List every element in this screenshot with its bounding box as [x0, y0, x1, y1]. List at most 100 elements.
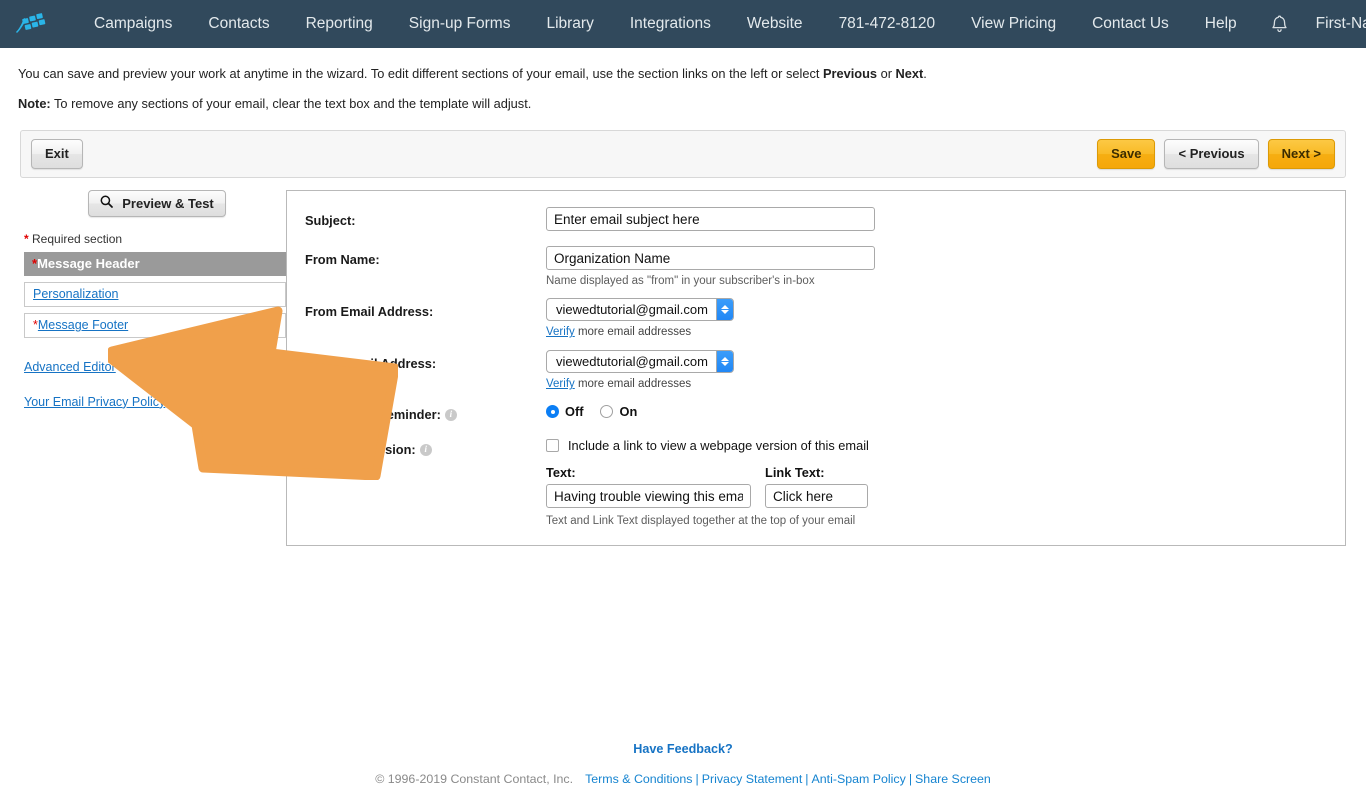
webpage-version-hint: Text and Link Text displayed together at… [546, 515, 856, 528]
advanced-editor-link[interactable]: Advanced Editor [24, 360, 286, 374]
primary-nav-items: Campaigns Contacts Reporting Sign-up For… [76, 0, 1255, 48]
personalization-link[interactable]: Personalization [33, 287, 118, 301]
instructions-line1-part3: . [923, 66, 927, 81]
footer-separator: | [805, 772, 809, 786]
permission-reminder-label: Permission Reminder: i [305, 401, 546, 422]
field-row-from-name: From Name: Name displayed as "from" in y… [287, 246, 1345, 287]
next-button[interactable]: Next > [1267, 139, 1335, 169]
exit-button[interactable]: Exit [31, 139, 83, 169]
instructions-line1-part1: You can save and preview your work at an… [18, 66, 823, 81]
reply-email-label: Reply Email Address: [305, 356, 437, 372]
permission-reminder-radio-off[interactable]: Off [546, 404, 583, 419]
constant-contact-logo-icon[interactable] [14, 10, 50, 38]
instructions-next-emphasis: Next [895, 66, 924, 81]
webpage-version-label-text: Webpage Version: [305, 442, 416, 458]
field-row-from-email: From Email Address: viewedtutorial@gmail… [287, 298, 1345, 338]
from-name-input[interactable] [546, 246, 875, 271]
from-email-selected-value: viewedtutorial@gmail.com [556, 302, 708, 318]
instructions-line-1: You can save and preview your work at an… [18, 65, 1366, 84]
info-icon[interactable]: i [419, 443, 432, 456]
permission-reminder-radio-on[interactable]: On [600, 404, 637, 419]
sidebar-section-personalization[interactable]: Personalization [24, 281, 286, 307]
page-content: Preview & Test * Required section * Messa… [20, 190, 1346, 547]
webpage-version-checkbox-label: Include a link to view a webpage version… [568, 438, 869, 454]
subject-input[interactable] [546, 207, 875, 232]
from-name-hint: Name displayed as "from" in your subscri… [546, 275, 815, 288]
share-screen-link[interactable]: Share Screen [915, 772, 991, 786]
instructions-note-label: Note: [18, 95, 51, 111]
permission-reminder-radio-group: Off On [546, 401, 1345, 419]
from-email-verify-link[interactable]: Verify [546, 326, 575, 338]
previous-button[interactable]: < Previous [1164, 139, 1259, 169]
preview-and-test-label: Preview & Test [122, 195, 214, 211]
copyright-text: © 1996-2019 Constant Contact, Inc. [375, 772, 574, 786]
footer-legal-row: © 1996-2019 Constant Contact, Inc. Terms … [0, 772, 1366, 786]
from-email-select[interactable]: viewedtutorial@gmail.com [546, 298, 734, 322]
footer-separator: | [695, 772, 699, 786]
save-button[interactable]: Save [1097, 139, 1156, 169]
nav-item-campaigns[interactable]: Campaigns [76, 0, 190, 48]
footer-separator: | [908, 772, 913, 786]
webpage-version-checkbox[interactable] [546, 439, 559, 453]
section-sidebar: Preview & Test * Required section * Messa… [20, 190, 286, 430]
nav-item-phone-number[interactable]: 781-472-8120 [821, 0, 954, 48]
terms-and-conditions-link[interactable]: Terms & Conditions [585, 772, 692, 786]
webpage-version-checkbox-row[interactable]: Include a link to view a webpage version… [546, 436, 1345, 453]
nav-item-help[interactable]: Help [1187, 0, 1255, 48]
preview-and-test-button[interactable]: Preview & Test [88, 190, 226, 217]
reply-email-select[interactable]: viewedtutorial@gmail.com [546, 350, 734, 374]
required-asterisk: * [24, 231, 29, 246]
webpage-version-label: Webpage Version: i [305, 436, 546, 457]
nav-item-integrations[interactable]: Integrations [612, 0, 729, 48]
from-name-control: Name displayed as "from" in your subscri… [546, 246, 1345, 287]
webpage-version-link-text-group: Link Text: [765, 465, 868, 509]
nav-item-website[interactable]: Website [729, 0, 821, 48]
reply-email-control: viewedtutorial@gmail.com Verify more ema… [546, 350, 1345, 390]
chevron-down-icon [720, 362, 729, 367]
privacy-statement-link[interactable]: Privacy Statement [702, 772, 803, 786]
field-row-webpage-version: Webpage Version: i Include a link to vie… [287, 436, 1345, 527]
from-email-label: From Email Address: [305, 304, 434, 320]
nav-item-sign-up-forms[interactable]: Sign-up Forms [391, 0, 529, 48]
reply-email-stepper-icon[interactable] [715, 351, 733, 373]
email-privacy-policy-link[interactable]: Your Email Privacy Policy [24, 395, 286, 409]
reply-email-verify-link[interactable]: Verify [546, 378, 575, 390]
instructions-block: You can save and preview your work at an… [0, 48, 1366, 113]
from-email-verify-rest: more email addresses [574, 326, 692, 339]
from-email-stepper-icon[interactable] [715, 299, 733, 321]
webpage-version-link-text-input[interactable] [765, 484, 868, 509]
have-feedback-link[interactable]: Have Feedback? [633, 742, 732, 756]
reply-email-verify-line: Verify more email addresses [546, 378, 1345, 390]
radio-unselected-icon[interactable] [600, 405, 614, 419]
webpage-version-text-input[interactable] [546, 484, 751, 509]
sidebar-extra-links: Advanced Editor Your Email Privacy Polic… [24, 360, 286, 409]
search-icon [100, 195, 114, 212]
email-settings-panel: Subject: From Name: Name displayed as "f… [286, 190, 1346, 547]
field-row-permission-reminder: Permission Reminder: i Off On [287, 401, 1345, 422]
field-row-reply-email: Reply Email Address: viewedtutorial@gmai… [287, 350, 1345, 390]
sidebar-section-message-header[interactable]: * Message Header [24, 251, 286, 276]
nav-item-library[interactable]: Library [528, 0, 611, 48]
user-name-menu[interactable]: First-Name [1304, 15, 1366, 33]
info-icon[interactable]: i [444, 408, 457, 421]
required-section-label: Required section [32, 231, 123, 246]
permission-reminder-control: Off On [546, 401, 1345, 419]
webpage-version-subfields: Text: Link Text: [546, 465, 1345, 509]
instructions-line1-part2: or [877, 66, 896, 81]
action-bar-right-group: Save < Previous Next > [1097, 139, 1335, 169]
wizard-action-bar: Exit Save < Previous Next > [20, 130, 1346, 179]
message-footer-link[interactable]: Message Footer [38, 318, 128, 332]
permission-reminder-on-label: On [619, 404, 638, 420]
reply-email-selected-value: viewedtutorial@gmail.com [556, 354, 708, 370]
permission-reminder-off-label: Off [565, 404, 584, 420]
nav-item-contacts[interactable]: Contacts [190, 0, 287, 48]
notification-bell-icon[interactable] [1255, 15, 1304, 34]
from-email-verify-line: Verify more email addresses [546, 326, 1345, 338]
nav-item-reporting[interactable]: Reporting [288, 0, 391, 48]
nav-item-contact-us[interactable]: Contact Us [1074, 0, 1187, 48]
nav-right-cluster: First-Name [1255, 15, 1366, 34]
anti-spam-policy-link[interactable]: Anti-Spam Policy [811, 772, 905, 786]
radio-selected-icon[interactable] [546, 405, 559, 419]
sidebar-section-message-footer[interactable]: * Message Footer [24, 312, 286, 338]
nav-item-view-pricing[interactable]: View Pricing [953, 0, 1074, 48]
